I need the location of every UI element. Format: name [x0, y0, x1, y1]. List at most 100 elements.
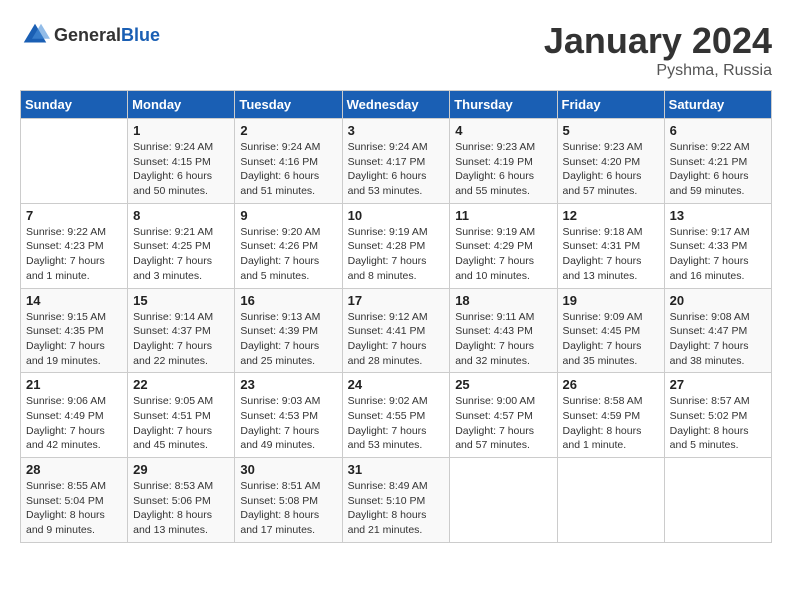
day-info: Sunrise: 9:20 AMSunset: 4:26 PMDaylight:… — [240, 225, 336, 284]
day-cell: 22 Sunrise: 9:05 AMSunset: 4:51 PMDayligh… — [128, 373, 235, 458]
day-info: Sunrise: 9:23 AMSunset: 4:20 PMDaylight:… — [563, 140, 659, 199]
day-info: Sunrise: 9:15 AMSunset: 4:35 PMDaylight:… — [26, 310, 122, 369]
logo: General Blue — [20, 20, 160, 50]
day-info: Sunrise: 9:19 AMSunset: 4:29 PMDaylight:… — [455, 225, 551, 284]
day-number: 28 — [26, 462, 122, 477]
logo-icon — [20, 20, 50, 50]
day-number: 16 — [240, 293, 336, 308]
day-number: 15 — [133, 293, 229, 308]
title-area: January 2024 Pyshma, Russia — [544, 20, 772, 80]
day-cell: 1Sunrise: 9:24 AMSunset: 4:15 PMDaylight… — [128, 119, 235, 204]
day-cell: 25 Sunrise: 9:00 AMSunset: 4:57 PMDayligh… — [450, 373, 557, 458]
day-info: Sunrise: 9:09 AMSunset: 4:45 PMDaylight:… — [563, 310, 659, 369]
day-cell: 17 Sunrise: 9:12 AMSunset: 4:41 PMDayligh… — [342, 288, 450, 373]
day-info: Sunrise: 9:13 AMSunset: 4:39 PMDaylight:… — [240, 310, 336, 369]
day-number: 31 — [348, 462, 445, 477]
day-number: 10 — [348, 208, 445, 223]
day-cell: 20 Sunrise: 9:08 AMSunset: 4:47 PMDayligh… — [664, 288, 771, 373]
day-cell: 26 Sunrise: 8:58 AMSunset: 4:59 PMDayligh… — [557, 373, 664, 458]
day-info: Sunrise: 9:24 AMSunset: 4:16 PMDaylight:… — [240, 140, 336, 199]
day-number: 2 — [240, 123, 336, 138]
day-cell — [557, 458, 664, 543]
day-number: 19 — [563, 293, 659, 308]
day-info: Sunrise: 9:21 AMSunset: 4:25 PMDaylight:… — [133, 225, 229, 284]
day-number: 7 — [26, 208, 122, 223]
day-cell: 8 Sunrise: 9:21 AMSunset: 4:25 PMDaylight… — [128, 203, 235, 288]
day-cell: 15 Sunrise: 9:14 AMSunset: 4:37 PMDayligh… — [128, 288, 235, 373]
weekday-header-monday: Monday — [128, 91, 235, 119]
day-cell: 30 Sunrise: 8:51 AMSunset: 5:08 PMDayligh… — [235, 458, 342, 543]
day-number: 20 — [670, 293, 766, 308]
day-info: Sunrise: 9:08 AMSunset: 4:47 PMDaylight:… — [670, 310, 766, 369]
logo-text-general: General — [54, 25, 121, 46]
week-row-2: 7 Sunrise: 9:22 AMSunset: 4:23 PMDaylight… — [21, 203, 772, 288]
day-cell: 27Sunrise: 8:57 AMSunset: 5:02 PMDayligh… — [664, 373, 771, 458]
day-cell: 14 Sunrise: 9:15 AMSunset: 4:35 PMDayligh… — [21, 288, 128, 373]
location-title: Pyshma, Russia — [544, 62, 772, 80]
day-number: 9 — [240, 208, 336, 223]
day-number: 21 — [26, 377, 122, 392]
day-info: Sunrise: 8:51 AMSunset: 5:08 PMDaylight:… — [240, 479, 336, 538]
day-cell: 11Sunrise: 9:19 AMSunset: 4:29 PMDayligh… — [450, 203, 557, 288]
day-cell: 9 Sunrise: 9:20 AMSunset: 4:26 PMDaylight… — [235, 203, 342, 288]
weekday-header-thursday: Thursday — [450, 91, 557, 119]
day-info: Sunrise: 9:17 AMSunset: 4:33 PMDaylight:… — [670, 225, 766, 284]
day-info: Sunrise: 9:24 AMSunset: 4:17 PMDaylight:… — [348, 140, 445, 199]
day-cell — [450, 458, 557, 543]
weekday-header-row: SundayMondayTuesdayWednesdayThursdayFrid… — [21, 91, 772, 119]
header: General Blue January 2024 Pyshma, Russia — [20, 20, 772, 80]
week-row-3: 14 Sunrise: 9:15 AMSunset: 4:35 PMDayligh… — [21, 288, 772, 373]
week-row-5: 28Sunrise: 8:55 AMSunset: 5:04 PMDayligh… — [21, 458, 772, 543]
day-cell: 5Sunrise: 9:23 AMSunset: 4:20 PMDaylight… — [557, 119, 664, 204]
day-cell: 4Sunrise: 9:23 AMSunset: 4:19 PMDaylight… — [450, 119, 557, 204]
day-info: Sunrise: 9:22 AMSunset: 4:23 PMDaylight:… — [26, 225, 122, 284]
day-cell: 3 Sunrise: 9:24 AMSunset: 4:17 PMDaylight… — [342, 119, 450, 204]
day-number: 25 — [455, 377, 551, 392]
weekday-header-sunday: Sunday — [21, 91, 128, 119]
day-cell: 16 Sunrise: 9:13 AMSunset: 4:39 PMDayligh… — [235, 288, 342, 373]
month-title: January 2024 — [544, 20, 772, 62]
day-number: 26 — [563, 377, 659, 392]
day-cell — [664, 458, 771, 543]
day-number: 14 — [26, 293, 122, 308]
day-info: Sunrise: 9:14 AMSunset: 4:37 PMDaylight:… — [133, 310, 229, 369]
day-info: Sunrise: 9:22 AMSunset: 4:21 PMDaylight:… — [670, 140, 766, 199]
day-number: 8 — [133, 208, 229, 223]
day-number: 30 — [240, 462, 336, 477]
day-number: 13 — [670, 208, 766, 223]
day-info: Sunrise: 9:06 AMSunset: 4:49 PMDaylight:… — [26, 394, 122, 453]
day-number: 3 — [348, 123, 445, 138]
day-cell: 28Sunrise: 8:55 AMSunset: 5:04 PMDayligh… — [21, 458, 128, 543]
day-info: Sunrise: 9:11 AMSunset: 4:43 PMDaylight:… — [455, 310, 551, 369]
weekday-header-tuesday: Tuesday — [235, 91, 342, 119]
day-info: Sunrise: 9:03 AMSunset: 4:53 PMDaylight:… — [240, 394, 336, 453]
day-info: Sunrise: 9:05 AMSunset: 4:51 PMDaylight:… — [133, 394, 229, 453]
day-cell: 19 Sunrise: 9:09 AMSunset: 4:45 PMDayligh… — [557, 288, 664, 373]
day-number: 24 — [348, 377, 445, 392]
day-cell: 24 Sunrise: 9:02 AMSunset: 4:55 PMDayligh… — [342, 373, 450, 458]
logo-text-blue: Blue — [121, 25, 160, 46]
day-number: 6 — [670, 123, 766, 138]
day-number: 17 — [348, 293, 445, 308]
day-cell — [21, 119, 128, 204]
day-number: 22 — [133, 377, 229, 392]
day-info: Sunrise: 9:18 AMSunset: 4:31 PMDaylight:… — [563, 225, 659, 284]
day-info: Sunrise: 8:49 AMSunset: 5:10 PMDaylight:… — [348, 479, 445, 538]
day-info: Sunrise: 8:58 AMSunset: 4:59 PMDaylight:… — [563, 394, 659, 453]
day-info: Sunrise: 9:00 AMSunset: 4:57 PMDaylight:… — [455, 394, 551, 453]
day-cell: 2 Sunrise: 9:24 AMSunset: 4:16 PMDaylight… — [235, 119, 342, 204]
day-number: 23 — [240, 377, 336, 392]
day-info: Sunrise: 9:12 AMSunset: 4:41 PMDaylight:… — [348, 310, 445, 369]
day-info: Sunrise: 8:53 AMSunset: 5:06 PMDaylight:… — [133, 479, 229, 538]
day-cell: 29 Sunrise: 8:53 AMSunset: 5:06 PMDayligh… — [128, 458, 235, 543]
day-cell: 31 Sunrise: 8:49 AMSunset: 5:10 PMDayligh… — [342, 458, 450, 543]
day-cell: 21 Sunrise: 9:06 AMSunset: 4:49 PMDayligh… — [21, 373, 128, 458]
day-info: Sunrise: 9:02 AMSunset: 4:55 PMDaylight:… — [348, 394, 445, 453]
day-number: 27 — [670, 377, 766, 392]
day-number: 29 — [133, 462, 229, 477]
weekday-header-wednesday: Wednesday — [342, 91, 450, 119]
day-number: 18 — [455, 293, 551, 308]
day-number: 1 — [133, 123, 229, 138]
day-cell: 23 Sunrise: 9:03 AMSunset: 4:53 PMDayligh… — [235, 373, 342, 458]
day-cell: 10Sunrise: 9:19 AMSunset: 4:28 PMDayligh… — [342, 203, 450, 288]
